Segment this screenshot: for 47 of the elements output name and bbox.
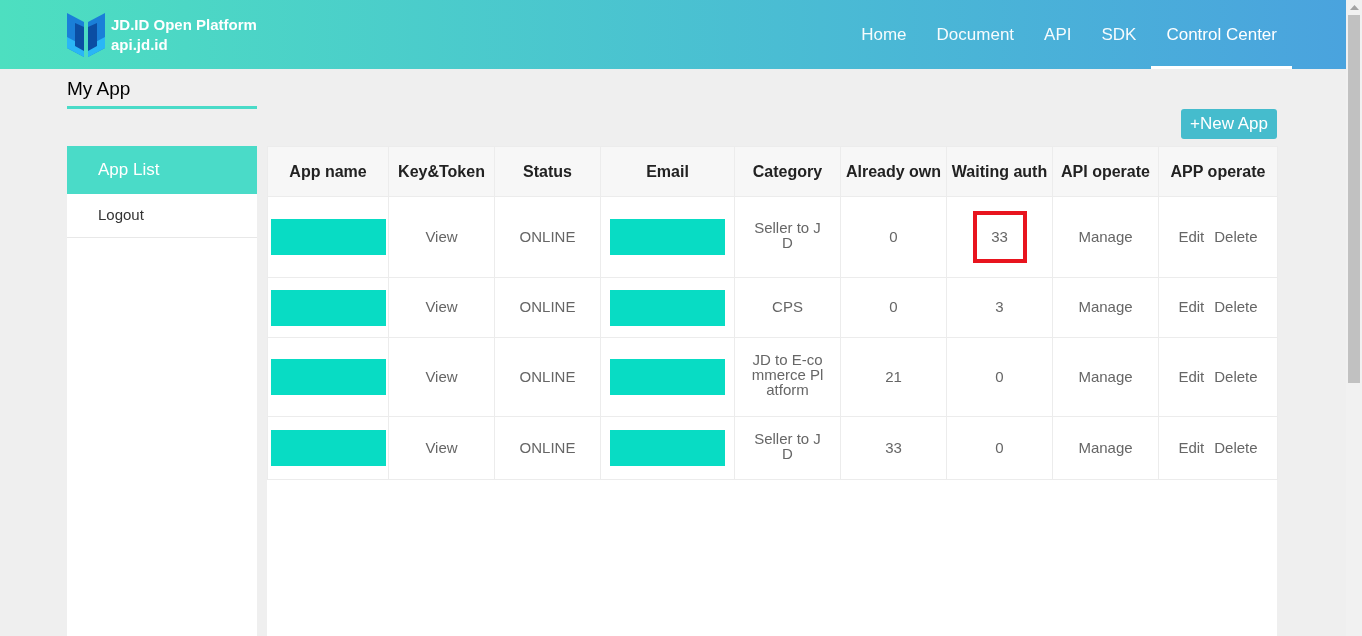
row-action-link[interactable]: Delete bbox=[1214, 225, 1258, 249]
table-cell: 0 bbox=[889, 298, 898, 316]
view-link[interactable]: View bbox=[425, 227, 458, 245]
table-cell: 33 bbox=[885, 438, 902, 456]
table-cell: 0 bbox=[889, 227, 898, 245]
column-header: APP operate bbox=[1170, 162, 1266, 180]
row-action-link[interactable]: Edit bbox=[1178, 436, 1205, 459]
column-header: API operate bbox=[1061, 162, 1150, 180]
table-cell-text: 0 bbox=[995, 366, 1004, 387]
view-link[interactable]: View bbox=[425, 367, 458, 385]
page-title: My App bbox=[67, 69, 257, 109]
column-header: Waiting auth bbox=[951, 162, 1048, 180]
manage-link[interactable]: Manage bbox=[1078, 298, 1133, 316]
column-header: Category bbox=[752, 162, 823, 180]
table-cell-text: 3 bbox=[995, 297, 1004, 318]
table-cell-text: Seller to JD bbox=[753, 430, 822, 461]
view-link[interactable]: View bbox=[425, 298, 458, 316]
row-action-link[interactable]: Edit bbox=[1178, 365, 1205, 388]
row-action-link[interactable]: Edit bbox=[1178, 296, 1205, 319]
scroll-up-arrow-icon[interactable] bbox=[1349, 5, 1359, 10]
logo-title: JD.ID Open Platform bbox=[111, 14, 257, 35]
table-cell-text: Seller to JD bbox=[753, 219, 822, 250]
logo-icon bbox=[67, 12, 105, 57]
view-link[interactable]: View bbox=[425, 438, 458, 456]
column-header: Status bbox=[523, 162, 572, 180]
manage-link[interactable]: Manage bbox=[1078, 367, 1133, 385]
scrollbar-thumb[interactable] bbox=[1348, 15, 1360, 383]
table-cell-text: CPS bbox=[771, 299, 804, 315]
row-action-link[interactable]: Delete bbox=[1214, 365, 1258, 388]
column-header: Email bbox=[646, 162, 689, 180]
manage-link[interactable]: Manage bbox=[1078, 227, 1133, 245]
row-action-link[interactable]: Edit bbox=[1178, 225, 1205, 249]
manage-link[interactable]: Manage bbox=[1078, 438, 1133, 456]
column-header: Already own bbox=[845, 162, 942, 180]
table-cell: 21 bbox=[885, 367, 902, 385]
table-cell: ONLINE bbox=[519, 227, 576, 245]
column-header: Key&Token bbox=[398, 162, 485, 180]
table-cell: ONLINE bbox=[519, 438, 576, 456]
logo-subtitle: api.jd.id bbox=[111, 34, 169, 55]
highlighted-value: 33 bbox=[972, 211, 1027, 263]
row-action-link[interactable]: Delete bbox=[1214, 296, 1258, 319]
table-cell: JD to E-commerce Platform bbox=[750, 352, 825, 397]
table-cell: ONLINE bbox=[519, 367, 576, 385]
row-action-link[interactable]: Delete bbox=[1214, 436, 1258, 459]
table-cell-text: 0 bbox=[995, 437, 1004, 458]
table-cell: ONLINE bbox=[519, 298, 576, 316]
column-header: App name bbox=[289, 162, 367, 180]
